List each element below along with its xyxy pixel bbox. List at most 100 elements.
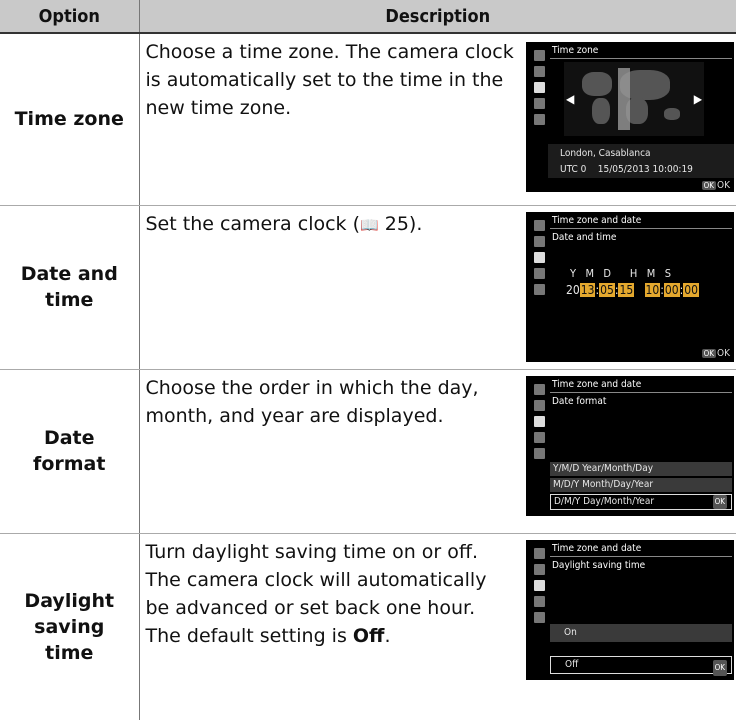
description-text: Set the camera clock (📖 25). xyxy=(146,210,516,239)
camera-icon xyxy=(534,563,545,575)
description-text: Choose the order in which the day, month… xyxy=(145,376,479,427)
month-field: 05 xyxy=(599,282,615,297)
table-row: Date and time Set the camera clock (📖 25… xyxy=(0,205,736,370)
description-part: Set the camera clock ( xyxy=(145,212,361,235)
ok-button-icon: OK xyxy=(701,181,717,190)
continent-shape xyxy=(582,72,612,96)
screen-title: Time zone and date xyxy=(552,542,642,554)
option-date-and-time: Date and time xyxy=(0,205,140,370)
description-cell: Set the camera clock (📖 25). Time zone a… xyxy=(139,205,736,370)
location-label: London, Casablanca xyxy=(560,148,651,159)
recent-settings-icon xyxy=(534,283,545,295)
description-cell: Turn daylight saving time on or off. The… xyxy=(139,533,736,720)
camera-screen-date-time: Time zone and date Date and time Y M D H… xyxy=(526,211,734,362)
arrow-right-icon: ▶ xyxy=(693,92,702,106)
date-field-labels: Y M D H M S xyxy=(570,266,672,280)
menu-sidebar xyxy=(534,547,546,648)
arrow-left-icon: ◀ xyxy=(566,92,575,106)
option-label: Off xyxy=(565,658,579,670)
continent-shape xyxy=(664,108,680,120)
world-map: ◀ ▶ xyxy=(564,62,704,136)
description-text: Turn daylight saving time on or off. The… xyxy=(146,538,516,650)
wrench-icon xyxy=(534,251,545,263)
continent-shape xyxy=(592,98,610,124)
screen-title: Time zone and date xyxy=(552,214,642,226)
divider xyxy=(550,227,732,229)
date-format-option[interactable]: Y/M/D Year/Month/Day xyxy=(550,461,732,476)
retouch-icon xyxy=(534,595,545,607)
minute-field: 00 xyxy=(663,282,680,297)
utc-datetime: UTC 0 15/05/2013 10:00:19 xyxy=(560,164,693,175)
ok-hint-label: OK xyxy=(717,347,730,359)
option-line: saving xyxy=(34,615,105,638)
year-prefix: 20 xyxy=(566,282,580,297)
option-daylight-saving-time: Daylight saving time xyxy=(0,533,140,720)
playback-icon xyxy=(534,219,545,231)
description-part: Turn daylight saving time on or off. The… xyxy=(145,540,487,647)
default-value: Off xyxy=(352,624,385,647)
options-table: Option Description Time zone Choose a ti… xyxy=(0,0,736,720)
playback-icon xyxy=(534,383,545,395)
camera-screen-dst: Time zone and date Daylight saving time … xyxy=(526,539,734,680)
option-line: time xyxy=(45,289,94,311)
recent-settings-icon xyxy=(534,114,545,125)
year-field: 13 xyxy=(579,282,596,297)
camera-icon xyxy=(534,235,545,247)
date-format-option[interactable]: M/D/Y Month/Day/Year xyxy=(550,477,732,492)
hour-field: 10 xyxy=(644,282,661,297)
menu-sidebar xyxy=(534,383,546,484)
ok-hint: OK OK xyxy=(701,180,730,191)
playback-icon xyxy=(534,50,545,61)
screen-subtitle: Date and time xyxy=(552,231,617,243)
screen-title: Time zone and date xyxy=(552,378,642,390)
table-row: Date format Choose the order in which th… xyxy=(0,369,736,534)
ok-hint-label: OK xyxy=(717,180,730,191)
divider xyxy=(550,58,732,59)
screen-subtitle: Date format xyxy=(552,395,607,407)
divider xyxy=(550,555,732,557)
table-row: Time zone Choose a time zone. The camera… xyxy=(0,33,736,206)
menu-sidebar xyxy=(534,219,546,320)
ok-button-icon: OK xyxy=(701,348,717,358)
description-cell: Choose a time zone. The camera clock is … xyxy=(139,33,736,206)
camera-icon xyxy=(534,399,545,411)
recent-settings-icon xyxy=(534,611,545,623)
screen-subtitle: Daylight saving time xyxy=(552,559,646,571)
wrench-icon xyxy=(534,415,545,427)
date-time-values: 2013:05:15 10:00:00 xyxy=(566,282,699,297)
table-row: Daylight saving time Turn daylight savin… xyxy=(0,533,736,720)
utc-offset: UTC 0 xyxy=(560,164,587,175)
current-datetime: 15/05/2013 10:00:19 xyxy=(597,164,693,175)
header-option: Option xyxy=(0,0,140,34)
description-text: Choose a time zone. The camera clock is … xyxy=(145,41,514,119)
option-label: D/M/Y Day/Month/Year xyxy=(554,495,655,507)
ok-hint: OK OK xyxy=(701,347,730,359)
dst-off-option-selected[interactable]: Off OK xyxy=(550,655,732,676)
camera-screen-time-zone: Time zone ◀ ▶ London, Casablanca UTC 0 1… xyxy=(526,42,734,192)
second-field: 00 xyxy=(683,282,699,297)
camera-screen-date-format: Time zone and date Date format Y/M/D Yea… xyxy=(526,375,734,516)
screen-title: Time zone xyxy=(552,45,599,56)
ok-button-icon: OK xyxy=(712,494,727,509)
manual-page: Option Description Time zone Choose a ti… xyxy=(0,0,736,720)
divider xyxy=(550,391,732,393)
retouch-icon xyxy=(534,98,545,109)
header-description: Description xyxy=(139,0,736,34)
option-line: format xyxy=(33,453,106,475)
date-format-option-selected[interactable]: D/M/Y Day/Month/Year OK xyxy=(550,493,732,510)
camera-icon xyxy=(534,66,545,77)
option-date-format: Date format xyxy=(0,369,140,534)
timezone-band xyxy=(618,68,630,130)
playback-icon xyxy=(534,547,545,559)
wrench-icon xyxy=(534,82,545,93)
book-reference-icon: 📖 xyxy=(360,215,379,234)
page-reference: 25). xyxy=(378,212,423,235)
option-time-zone: Time zone xyxy=(0,33,140,206)
menu-sidebar xyxy=(534,50,546,150)
dst-on-option[interactable]: On xyxy=(550,623,732,642)
day-field: 15 xyxy=(618,282,635,297)
ok-button-icon: OK xyxy=(712,659,727,676)
option-line: time xyxy=(45,641,94,664)
option-line: Daylight xyxy=(24,589,115,612)
recent-settings-icon xyxy=(534,447,545,459)
